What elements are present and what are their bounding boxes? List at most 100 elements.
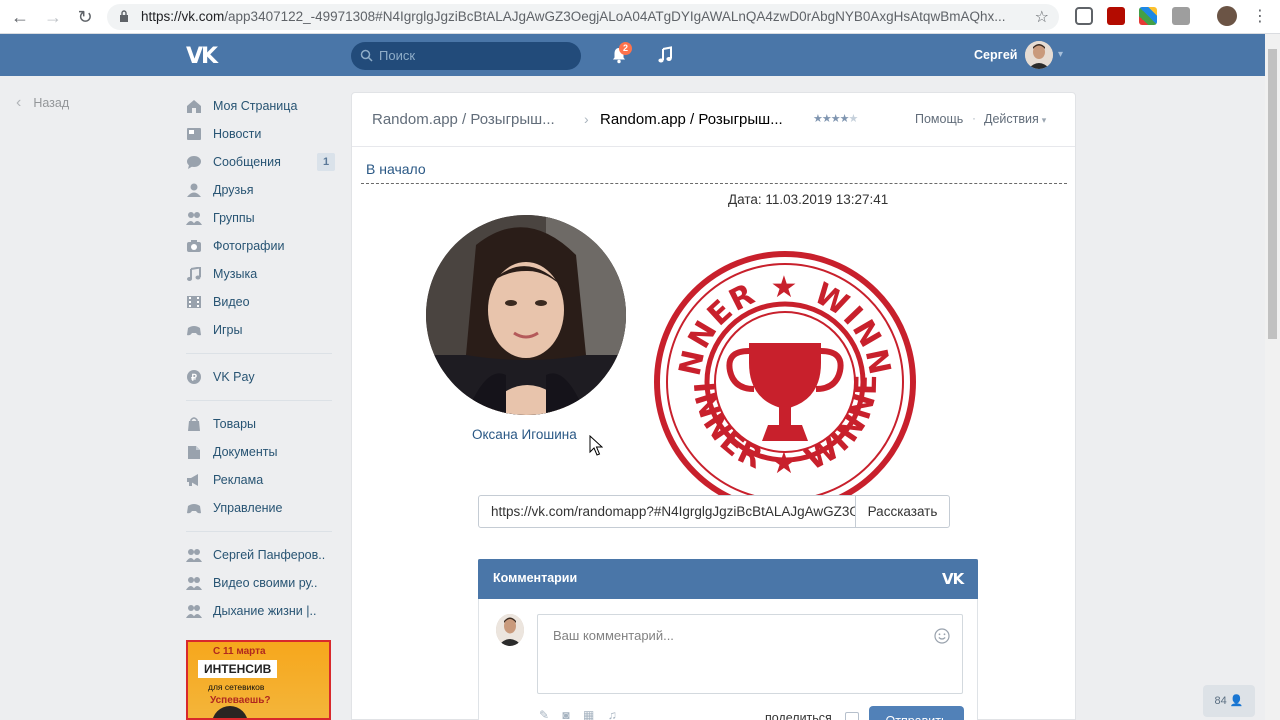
search-input[interactable]: Поиск (351, 42, 581, 70)
share-url-input[interactable]: https://vk.com/randomapp?#N4IgrglgJgziBc… (478, 495, 856, 528)
sidebar-item-groups[interactable]: Группы (186, 204, 336, 232)
sidebar-item-documents[interactable]: Документы (186, 438, 336, 466)
actions-menu[interactable]: Действия ▾ (984, 112, 1046, 126)
star-icon: ★ (821, 113, 832, 125)
sidebar-item-label: VK Pay (213, 370, 255, 384)
commenter-avatar (496, 614, 524, 646)
sidebar-item-home[interactable]: Моя Страница (186, 92, 336, 120)
extension-icon[interactable] (1139, 7, 1157, 25)
share-button[interactable]: Рассказать (855, 495, 950, 528)
video-icon (187, 296, 201, 308)
news-icon (187, 128, 201, 140)
community-icon (186, 549, 202, 562)
sidebar-item-photos[interactable]: Фотографии (186, 232, 336, 260)
sidebar-item-music[interactable]: Музыка (186, 260, 336, 288)
comments-widget: Комментарии VK Ваш комментарий... ✎ ◙ ▦ … (478, 559, 978, 720)
share-checkbox[interactable] (845, 712, 859, 720)
vk-logo-icon[interactable]: VK (942, 570, 964, 588)
sidebar-item-manage[interactable]: Управление (186, 494, 336, 522)
chevron-down-icon: ▾ (1041, 115, 1047, 125)
groups-icon (186, 212, 202, 225)
sidebar-item-label: Документы (213, 445, 278, 459)
forward-arrow-icon[interactable]: → (41, 5, 65, 29)
sidebar-item-label: Видео (213, 295, 250, 309)
video-icon[interactable]: ▦ (583, 708, 594, 720)
extension-off-icon[interactable] (1172, 7, 1190, 25)
vk-header: VK Поиск 2 Сергей ▾ (0, 34, 1265, 76)
sidebar-item-label: Музыка (213, 267, 258, 281)
address-bar[interactable]: https://vk.com/app3407122_-49971308#N4Ig… (107, 4, 1059, 30)
back-link[interactable]: ‹ Назад (16, 94, 69, 112)
comment-textarea[interactable]: Ваш комментарий... (537, 614, 963, 694)
sidebar-item-community[interactable]: Сергей Панферов.. (186, 541, 336, 569)
menu-group-pay: ₽ VK Pay (186, 363, 336, 391)
winner-stamp-image: WINNER ★ WINNER WINNER ★ WINNER (654, 251, 916, 495)
star-icon: ★ (830, 113, 841, 125)
sidebar-item-label: Группы (213, 211, 255, 225)
menu-divider (186, 400, 332, 401)
pdf-extension-icon[interactable] (1107, 7, 1125, 25)
messages-icon (187, 156, 201, 169)
back-arrow-icon[interactable]: ← (8, 5, 32, 29)
sidebar-item-goods[interactable]: Товары (186, 410, 336, 438)
music-icon[interactable] (656, 46, 674, 64)
bookmark-star-icon[interactable]: ☆ (1035, 7, 1049, 27)
sidebar-item-label: Видео своими ру.. (213, 576, 318, 590)
sidebar-item-ads[interactable]: Реклама (186, 466, 336, 494)
sidebar-item-video[interactable]: Видео (186, 288, 336, 316)
ad-banner[interactable]: С 11 марта ИНТЕНСИВ для сетевиков Успева… (186, 640, 331, 720)
vk-logo[interactable]: VK (186, 44, 219, 69)
sidebar-item-vkpay[interactable]: ₽ VK Pay (186, 363, 336, 391)
dot-separator: · (972, 111, 976, 125)
sidebar-item-friends[interactable]: Друзья (186, 176, 336, 204)
sidebar-item-label: Товары (213, 417, 256, 431)
browser-toolbar: ← → ↻ https://vk.com/app3407122_-4997130… (0, 0, 1280, 34)
sidebar-item-label: Управление (213, 501, 283, 515)
camera-icon[interactable]: ◙ (562, 708, 569, 720)
user-avatar[interactable] (1025, 41, 1053, 69)
chevron-right-icon: › (584, 111, 589, 127)
chevron-down-icon[interactable]: ▾ (1058, 49, 1063, 60)
sidebar-item-label: Игры (213, 323, 243, 337)
user-name[interactable]: Сергей (974, 48, 1017, 62)
winner-photo[interactable] (426, 215, 626, 415)
lock-icon (120, 10, 128, 22)
sidebar-item-community[interactable]: Видео своими ру.. (186, 569, 336, 597)
menu-divider (186, 531, 332, 532)
ad-date: С 11 марта (213, 646, 266, 657)
ad-title: ИНТЕНСИВ (198, 660, 278, 678)
online-friends-chip[interactable]: 84 👤 (1203, 685, 1255, 717)
sidebar-item-games[interactable]: Игры (186, 316, 336, 344)
photos-icon (187, 240, 201, 252)
browser-menu-icon[interactable]: ⋮ (1252, 6, 1268, 26)
reload-icon[interactable]: ↻ (73, 5, 97, 29)
music-icon (187, 267, 201, 281)
scrollbar-thumb[interactable] (1268, 49, 1277, 339)
menu-group-services: Товары Документы Реклама Управление (186, 410, 336, 522)
sidebar-item-community[interactable]: Дыхание жизни |.. (186, 597, 336, 625)
breadcrumb-parent[interactable]: Random.app / Розыгрыш... (372, 111, 555, 128)
menu-group-communities: Сергей Панферов.. Видео своими ру.. Дыхани… (186, 541, 336, 625)
rating-stars[interactable]: ★★★★★ (813, 112, 858, 125)
svg-text:₽: ₽ (191, 373, 197, 383)
sidebar-item-news[interactable]: Новости (186, 120, 336, 148)
community-icon (186, 605, 202, 618)
page-scrollbar[interactable] (1265, 34, 1280, 720)
extension-icon[interactable] (1075, 7, 1093, 25)
browser-profile-avatar[interactable] (1217, 6, 1237, 26)
sidebar-item-messages[interactable]: Сообщения 1 (186, 148, 336, 176)
dashed-divider (361, 183, 1067, 184)
graffiti-icon[interactable]: ✎ (539, 708, 549, 720)
sidebar-item-label: Фотографии (213, 239, 285, 253)
emoji-icon[interactable] (934, 628, 950, 644)
home-icon (187, 100, 201, 113)
music-icon[interactable]: ♫ (608, 708, 617, 720)
send-comment-button[interactable]: Отправить (869, 706, 964, 720)
to-start-link[interactable]: В начало (366, 161, 426, 177)
sidebar-item-label: Сергей Панферов.. (213, 548, 326, 562)
attach-toolbar: ✎ ◙ ▦ ♫ (539, 708, 617, 720)
winner-name-link[interactable]: Оксана Игошина (472, 427, 577, 442)
online-count: 84 (1214, 695, 1227, 707)
comments-header: Комментарии VK (478, 559, 978, 599)
help-link[interactable]: Помощь (915, 112, 963, 126)
